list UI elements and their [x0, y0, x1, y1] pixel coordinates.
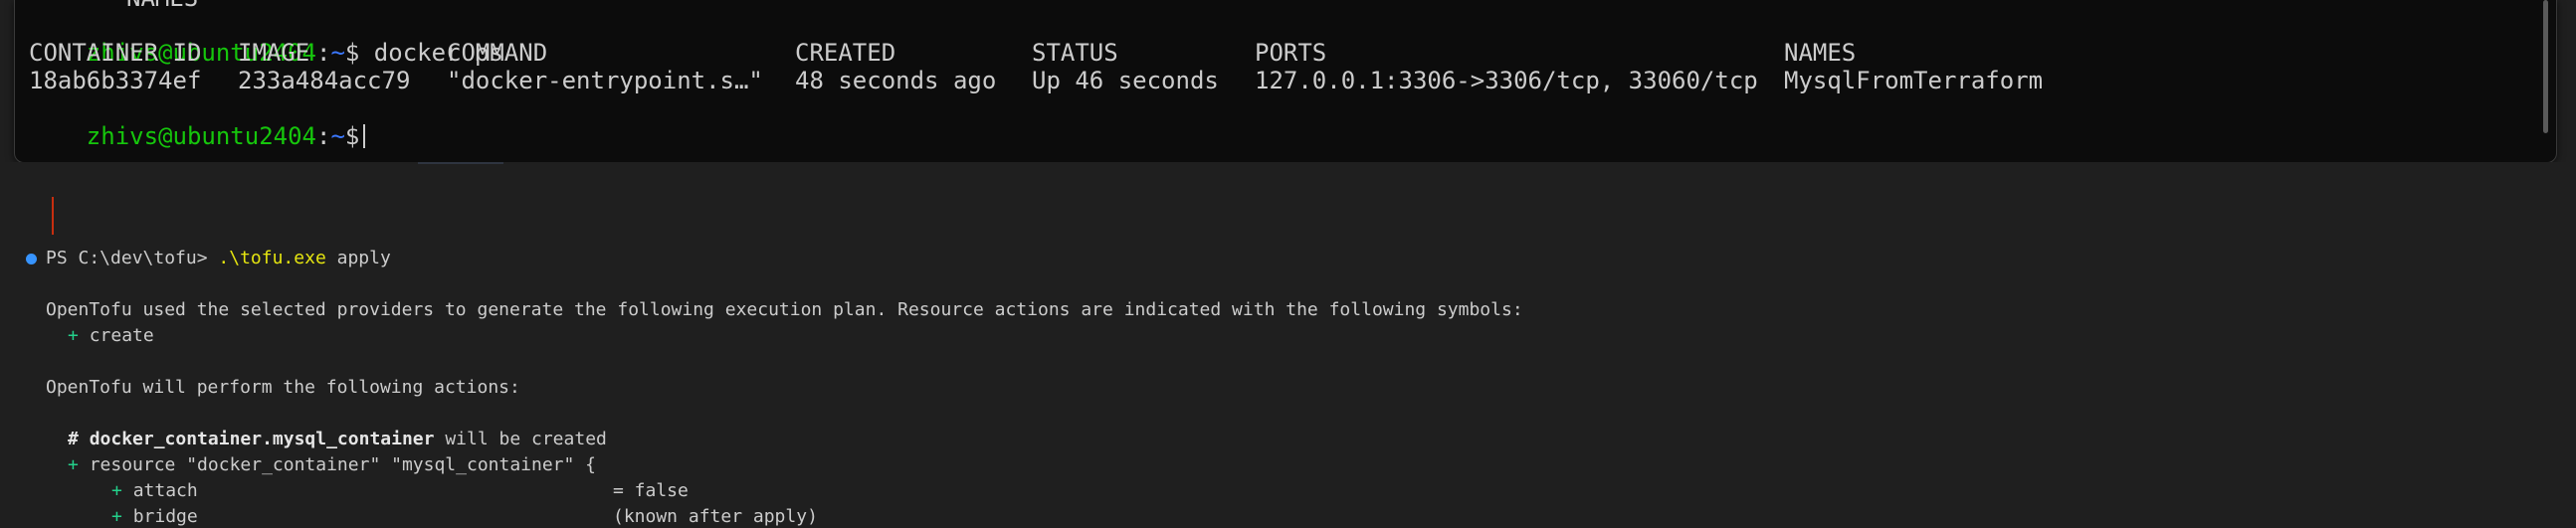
text-cursor — [363, 124, 366, 148]
docker-ps-header-row: CONTAINER ID IMAGE COMMAND CREATED STATU… — [29, 39, 2019, 67]
cell-names: MysqlFromTerraform — [1784, 67, 2044, 94]
prompt-path: ~ — [330, 122, 345, 150]
header-status: STATUS — [1032, 39, 1118, 67]
symbol-legend-create: + create — [68, 325, 154, 347]
plus-symbol: + — [68, 325, 79, 346]
plus-symbol: + — [111, 506, 122, 527]
header-command: COMMAND — [447, 39, 548, 67]
attribute-value: (known after apply) — [613, 506, 818, 527]
cell-created: 48 seconds ago — [795, 67, 997, 94]
vscode-terminal-panel[interactable]: PS C:\dev\tofu> .\tofu.exe apply OpenTof… — [0, 162, 2576, 527]
header-ports: PORTS — [1255, 39, 1327, 67]
prompt-user-host: zhivs@ubuntu2404 — [86, 122, 316, 150]
terminal-scrollbar[interactable] — [2543, 0, 2548, 133]
cell-command: "docker-entrypoint.s…" — [447, 67, 763, 94]
comment-hash: # — [68, 429, 79, 449]
attribute-attach-line: + attach = false — [111, 480, 808, 502]
divider — [418, 162, 503, 164]
tofu-arg: apply — [336, 248, 391, 268]
prompt-colon: : — [315, 122, 331, 150]
ps-command-line: PS C:\dev\tofu> .\tofu.exe apply — [46, 248, 391, 269]
header-names: NAMES — [1784, 39, 1857, 67]
plan-intro-line: OpenTofu used the selected providers to … — [46, 299, 1523, 320]
prompt-line-2[interactable]: zhivs@ubuntu2404:~$ — [29, 94, 366, 162]
resource-declaration: resource "docker_container" "mysql_conta… — [89, 454, 597, 475]
wsl-terminal-window[interactable]: NAMES zhivs@ubuntu2404:~$ docker ps CONT… — [14, 0, 2557, 163]
command-status-dot-icon[interactable] — [26, 254, 37, 264]
resource-block-line: + resource "docker_container" "mysql_con… — [68, 454, 596, 476]
will-perform-line: OpenTofu will perform the following acti… — [46, 377, 520, 398]
resource-comment-line: # docker_container.mysql_container will … — [68, 429, 607, 450]
ps-prompt: PS C:\dev\tofu> — [46, 248, 208, 268]
cell-ports: 127.0.0.1:3306->3306/tcp, 33060/tcp — [1255, 67, 1758, 94]
tofu-exe: .\tofu.exe — [218, 248, 326, 268]
attribute-bridge-line: + bridge (known after apply) — [111, 506, 1007, 528]
attribute-name: attach — [132, 480, 198, 501]
resource-address: docker_container.mysql_container — [89, 429, 435, 449]
cell-image: 233a484acc79 — [238, 67, 411, 94]
header-image: IMAGE — [238, 39, 310, 67]
attribute-value: = false — [613, 480, 689, 501]
will-be-created: will be created — [445, 429, 607, 449]
plus-symbol: + — [68, 454, 79, 475]
cell-container-id: 18ab6b3374ef — [29, 67, 202, 94]
docker-ps-data-row: 18ab6b3374ef 233a484acc79 "docker-entryp… — [29, 67, 2118, 94]
create-label: create — [89, 325, 154, 346]
header-created: CREATED — [795, 39, 896, 67]
prompt-symbol: $ — [344, 122, 360, 150]
header-container-id: CONTAINER ID — [29, 39, 202, 67]
attribute-name: bridge — [132, 506, 198, 527]
plus-symbol: + — [111, 480, 122, 501]
cell-status: Up 46 seconds — [1032, 67, 1219, 94]
error-marker-bar — [52, 197, 54, 235]
